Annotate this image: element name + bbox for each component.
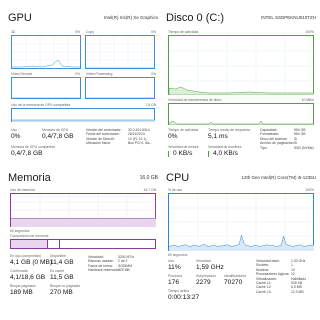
cpu-uptime-value: 0:00:13:27 bbox=[168, 294, 200, 301]
memory-usage-graph bbox=[10, 193, 156, 227]
memory-committed-label: Confirmada bbox=[10, 269, 28, 273]
cpu-speed-value: 1,59 GHz bbox=[196, 264, 224, 271]
gpu-shared-cap: 7,8 GB bbox=[145, 103, 156, 107]
disk-chart1-max: 100% bbox=[305, 30, 314, 34]
disk-write-indicator bbox=[208, 151, 212, 157]
disk-activity-graph bbox=[168, 35, 314, 95]
cpu-usage-label: % de uso bbox=[168, 188, 183, 192]
gpu-shared-graph bbox=[11, 108, 155, 122]
disk-chart1-label: Tiempo de actividad bbox=[168, 30, 199, 34]
memory-cached-value: 11,5 GB bbox=[50, 274, 74, 281]
disk-model: INTEL SSDPEKNU010TZH bbox=[261, 15, 316, 20]
gpu-3d-graph bbox=[11, 35, 81, 69]
memory-available-value: 11,4 GB bbox=[50, 259, 74, 266]
gpu-usage-value: 0% bbox=[11, 133, 21, 140]
gpu-engine-copy-label: Copy bbox=[86, 30, 94, 34]
disk-response-value: 5,1 ms bbox=[208, 133, 228, 140]
memory-nonpaged-value: 270 MB bbox=[50, 289, 73, 296]
memory-title: Memoria bbox=[8, 172, 51, 184]
disk-read-indicator bbox=[168, 151, 172, 157]
gpu-engine-3d-pct: 0% bbox=[75, 30, 80, 34]
cpu-title: CPU bbox=[166, 172, 190, 184]
gpu-shared-label: Uso de la memoria de GPU compartida bbox=[11, 103, 71, 107]
memory-inuse-value: 4,1 GB (0 MB) bbox=[10, 259, 53, 266]
gpu-shared-mem-value: 0,4/7,8 GB bbox=[11, 150, 43, 157]
memory-available-label: Disponible bbox=[50, 254, 66, 258]
cpu-details: Velocidad base: 1,30 GHz Sockets: 1 Núcleo… bbox=[256, 259, 307, 294]
disk-chart2-label: Velocidad de transferencia de disco bbox=[168, 98, 222, 102]
gpu-mem-value: 0,4/7,8 GB bbox=[42, 133, 74, 140]
gpu-decode-graph bbox=[11, 77, 81, 99]
cpu-speed-label: Velocidad bbox=[196, 259, 211, 263]
gpu-details: Versión del controlador: 32.0.101.6314 F… bbox=[86, 128, 153, 146]
cpu-processes-value: 176 bbox=[168, 279, 180, 286]
disk-read-label: Velocidad de lectura bbox=[168, 145, 199, 149]
gpu-mem-label: Memoria de GPU bbox=[42, 128, 69, 132]
gpu-copy-graph bbox=[85, 35, 155, 69]
memory-total: 16,0 GB bbox=[139, 175, 158, 181]
cpu-handles-label: Identificadores bbox=[224, 274, 247, 278]
disk-read-value: 0 KB/s bbox=[173, 150, 193, 157]
cpu-usage-area bbox=[169, 235, 314, 251]
cpu-usage-stat-label: Uso bbox=[168, 259, 175, 263]
memory-cached-label: En caché bbox=[50, 269, 65, 273]
gpu-usage-label: Uso bbox=[11, 128, 18, 132]
cpu-threads-value: 2279 bbox=[196, 279, 211, 286]
cpu-model: 12th Gen Intel(R) Core(TM) i5-1235U bbox=[241, 175, 316, 180]
cpu-threads-label: Subprocesos bbox=[196, 274, 216, 278]
disk-panel: Disco 0 (C:) INTEL SSDPEKNU010TZH Tiempo… bbox=[166, 12, 316, 162]
disk-active-label: Tiempo de actividad bbox=[168, 128, 199, 132]
gpu-shared-mem-label: Memoria de GPU compartida bbox=[11, 145, 55, 149]
memory-paged-value: 189 MB bbox=[10, 289, 33, 296]
cpu-processes-label: Procesos bbox=[168, 274, 183, 278]
memory-composition-bar[interactable] bbox=[10, 239, 156, 249]
cpu-uptime-label: Tiempo activo bbox=[168, 289, 189, 293]
memory-composition-label: Composición de memoria bbox=[10, 234, 49, 238]
gpu-model: Intel(R) Iris(R) Xe Graphics bbox=[103, 15, 158, 20]
memory-paged-label: Bloque paginado bbox=[10, 284, 36, 288]
gpu-engine-decode-pct: 0% bbox=[75, 72, 80, 76]
gpu-engine-copy-pct: 0% bbox=[151, 30, 156, 34]
gpu-engine-proc-label: Video Processing bbox=[86, 72, 113, 76]
disk-transfer-graph bbox=[168, 103, 314, 125]
memory-usage-cap: 15,7 GB bbox=[143, 188, 156, 192]
memory-panel: Memoria 16,0 GB Uso de memoria 15,7 GB 6… bbox=[8, 172, 158, 320]
memory-usage-label: Uso de memoria bbox=[10, 188, 35, 192]
memory-inuse-label: En uso (comprimido) bbox=[10, 254, 42, 258]
memory-committed-value: 4,1/18,6 GB bbox=[10, 274, 46, 281]
gpu-title: GPU bbox=[8, 12, 32, 24]
gpu-engine-decode-label: Video Decode bbox=[11, 72, 33, 76]
disk-write-label: Velocidad de escritura bbox=[208, 145, 242, 149]
disk-response-label: Tiempo medio de respuesta bbox=[208, 128, 250, 132]
cpu-usage-stat-value: 11% bbox=[168, 264, 181, 271]
cpu-usage-graph bbox=[168, 193, 314, 251]
cpu-seconds: 60 segundos bbox=[168, 253, 188, 257]
memory-seconds: 60 segundos bbox=[10, 229, 30, 233]
memory-in-use-segment[interactable] bbox=[11, 240, 49, 248]
gpu-engine-3d-label: 3D bbox=[11, 30, 16, 34]
disk-title: Disco 0 (C:) bbox=[166, 12, 225, 24]
disk-active-value: 0% bbox=[168, 133, 178, 140]
gpu-engine-proc-pct: 0% bbox=[151, 72, 156, 76]
disk-write-value: 4,0 KB/s bbox=[213, 150, 238, 157]
cpu-usage-max: 100% bbox=[305, 188, 314, 192]
disk-details: Capacidad: 954 GB Formateado: 954 GB Disco… bbox=[260, 128, 314, 150]
memory-modified-segment[interactable] bbox=[48, 240, 60, 248]
gpu-proc-graph bbox=[85, 77, 155, 99]
cpu-panel: CPU 12th Gen Intel(R) Core(TM) i5-1235U … bbox=[166, 172, 316, 320]
memory-nonpaged-label: Bloque no paginado bbox=[50, 284, 81, 288]
disk-chart2-max: 10 MB/s bbox=[301, 98, 314, 102]
cpu-handles-value: 70270 bbox=[224, 279, 243, 286]
memory-details: Velocidad: 3200 MT/s Ranuras usadas: 2 de … bbox=[88, 255, 135, 273]
gpu-panel: GPU Intel(R) Iris(R) Xe Graphics 3D 0% C… bbox=[8, 12, 158, 162]
